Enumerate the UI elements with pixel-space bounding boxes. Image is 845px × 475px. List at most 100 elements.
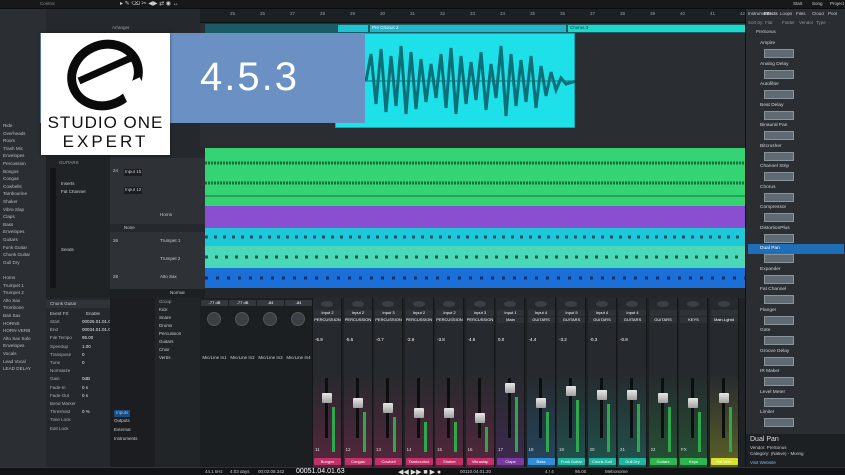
track-list-item[interactable]: LEAD DELAY bbox=[0, 365, 46, 373]
effect-item[interactable]: Limiter bbox=[748, 408, 844, 418]
channel-input[interactable] bbox=[649, 310, 677, 316]
metronome-label[interactable]: Metronome bbox=[605, 470, 628, 475]
track-header[interactable]: Normal bbox=[110, 289, 205, 298]
browser-tab[interactable]: Loops bbox=[780, 12, 792, 17]
channel-output[interactable]: GUITARS bbox=[619, 317, 646, 323]
mixer-channel-strip[interactable]: Input 4 GUITARS -0.8 21 Gull Dry bbox=[618, 298, 647, 467]
track-header[interactable]: 28 Alto Sax bbox=[110, 272, 205, 282]
channel-name[interactable]: Keys bbox=[680, 458, 707, 465]
track-header[interactable]: Horns bbox=[110, 210, 205, 220]
mixer-channel-strip[interactable]: Input 3 PERCUSSION -0.7 13 Cowbell bbox=[374, 298, 403, 467]
pan-knob[interactable] bbox=[595, 301, 608, 307]
channel-name[interactable]: Claps bbox=[497, 458, 524, 465]
pan-knob[interactable] bbox=[473, 301, 486, 307]
visit-website-link[interactable]: Visit Website bbox=[750, 461, 776, 466]
channel-output[interactable]: PERCUSSION bbox=[405, 317, 433, 323]
channel-input[interactable] bbox=[680, 310, 707, 316]
lane-trumpet-1[interactable] bbox=[205, 228, 745, 246]
project-page-tab[interactable]: Project bbox=[830, 2, 844, 7]
channel-name[interactable]: Shaker bbox=[436, 458, 463, 465]
effect-item[interactable]: DistortionPlus bbox=[748, 224, 844, 234]
channel-name[interactable]: Tambourine bbox=[405, 458, 433, 465]
input-channel-strip[interactable]: -77 dB Mic/Line In2 bbox=[228, 298, 257, 467]
track-header[interactable]: Trumpet 2 bbox=[110, 254, 205, 264]
fader-cap[interactable] bbox=[688, 398, 698, 408]
channel-input[interactable]: Input 5 bbox=[558, 310, 585, 316]
lane-alto-sax[interactable] bbox=[205, 268, 745, 288]
fader-cap[interactable] bbox=[566, 386, 576, 396]
lane-empty[interactable] bbox=[205, 128, 745, 148]
section-block[interactable] bbox=[338, 25, 368, 32]
channel-name[interactable]: Chunk Guit bbox=[588, 458, 616, 465]
event-field-value[interactable]: 0 s bbox=[82, 386, 88, 391]
input-channel-strip[interactable]: -84 Mic/Line In4 bbox=[284, 298, 313, 467]
channel-input[interactable]: Input 1 bbox=[497, 310, 524, 316]
gain-knob[interactable] bbox=[235, 312, 249, 326]
browser-sort-option[interactable]: Folder bbox=[782, 21, 795, 26]
gain-knob[interactable] bbox=[207, 312, 221, 326]
tool-icons[interactable]: ▸ ✎ ⌫ ✂ ◀▶ ⇄ ◉ ↔ bbox=[120, 1, 179, 7]
channel-name[interactable]: Cowbell bbox=[375, 458, 402, 465]
pan-knob[interactable] bbox=[321, 301, 333, 307]
mixer-channel-strip[interactable]: Input 2 PERCUSSION -5.9 11 Bongos bbox=[313, 298, 342, 467]
fader-cap[interactable] bbox=[657, 393, 668, 403]
track-header[interactable]: 24 Input 15 bbox=[110, 166, 205, 176]
mixer-group[interactable]: Snare bbox=[159, 316, 171, 321]
event-field-value[interactable]: 0 bbox=[82, 361, 85, 366]
effect-item[interactable]: Flanger bbox=[748, 306, 844, 316]
audio-event-chunk-guitar[interactable]: Chunk Guitar bbox=[335, 33, 576, 128]
channel-name[interactable]: Funk Guitar bbox=[558, 458, 585, 465]
mixer-channel-strip[interactable]: Input 5 GUITARS -3.2 19 Funk Guitar bbox=[557, 298, 586, 467]
event-field-value[interactable]: 0 s bbox=[82, 394, 88, 399]
channel-output[interactable]: PERCUSSION bbox=[436, 317, 463, 323]
event-field-value[interactable]: 0dB bbox=[82, 377, 90, 382]
channel-name[interactable]: Bongos bbox=[314, 458, 341, 465]
pan-knob[interactable] bbox=[687, 301, 699, 307]
section-pre-chorus-2[interactable]: Pre Chorus 2 bbox=[370, 25, 566, 32]
fader-cap[interactable] bbox=[352, 398, 363, 408]
channel-input[interactable]: Input 2 bbox=[405, 310, 433, 316]
mixer-group[interactable]: Verbs bbox=[159, 356, 171, 361]
channel-name[interactable]: Guitars bbox=[649, 458, 677, 465]
mixer-channel-strip[interactable]: Input 1 Main 0.0 17 Claps bbox=[496, 298, 525, 467]
pan-knob[interactable] bbox=[626, 301, 638, 307]
event-field-value[interactable]: 00034.01.01.00 bbox=[82, 328, 113, 333]
channel-input[interactable]: Input 2 bbox=[344, 310, 372, 316]
event-field-value[interactable]: 1.00 bbox=[82, 345, 91, 350]
time-signature[interactable]: 4 / 4 bbox=[545, 470, 554, 475]
browser-sort-option[interactable]: Flat bbox=[765, 21, 773, 26]
pan-knob[interactable] bbox=[351, 301, 364, 307]
gain-knob[interactable] bbox=[291, 312, 305, 326]
fader-cap[interactable] bbox=[718, 393, 729, 403]
channel-input[interactable]: Input 3 bbox=[375, 310, 402, 316]
mixer-channel-strip[interactable]: Main-Lghtd Fat Verb bbox=[709, 298, 739, 467]
browser-sort-option[interactable]: Vendor bbox=[799, 21, 813, 26]
pan-knob[interactable] bbox=[412, 301, 425, 307]
event-field-value[interactable]: 95.00 bbox=[82, 336, 93, 341]
channel-output[interactable]: PERCUSSION bbox=[466, 317, 494, 323]
track-header[interactable]: 26 Trumpet 1 bbox=[110, 236, 205, 246]
mixer-channel-strip[interactable]: Input 2 PERCUSSION -5.5 12 Congas bbox=[343, 298, 373, 467]
mixer-group[interactable]: Guitars bbox=[159, 340, 174, 345]
effect-item[interactable]: Fat Channel bbox=[748, 285, 844, 295]
empty-lane[interactable] bbox=[575, 33, 745, 128]
fader-cap[interactable] bbox=[413, 408, 424, 418]
channel-name[interactable]: Vibraslap bbox=[466, 458, 494, 465]
tempo-display[interactable]: 95.00 bbox=[575, 470, 586, 475]
channel-input[interactable]: Input 4 bbox=[588, 310, 616, 316]
song-page-tab[interactable]: Song bbox=[812, 2, 823, 7]
channel-output[interactable]: GUITARS bbox=[527, 317, 555, 323]
effect-item[interactable]: Chorus bbox=[748, 183, 844, 193]
channel-input[interactable]: Input 2 bbox=[436, 310, 463, 316]
fader-cap[interactable] bbox=[596, 390, 607, 400]
channel-output[interactable]: GUITARS bbox=[588, 317, 616, 323]
pan-knob[interactable] bbox=[565, 301, 577, 307]
effect-item[interactable]: Analog Delay bbox=[748, 60, 844, 70]
mixer-group[interactable]: Drums bbox=[159, 324, 172, 329]
effect-item[interactable]: Ampire bbox=[748, 39, 844, 49]
input-channel-strip[interactable]: -77 dB Mic/Line In1 bbox=[200, 298, 229, 467]
channel-output[interactable]: Main bbox=[497, 317, 524, 323]
event-field-value[interactable]: 0 bbox=[82, 353, 85, 358]
fader-cap[interactable] bbox=[383, 403, 393, 413]
effect-item[interactable]: IR Maker bbox=[748, 367, 844, 377]
